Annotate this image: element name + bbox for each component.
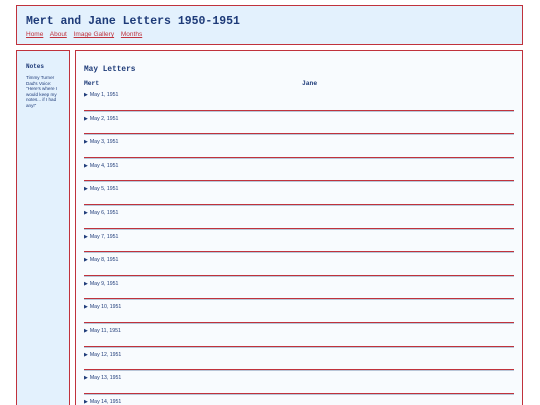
- triangle-right-icon: ▶: [84, 92, 88, 98]
- letter-date: May 7, 1951: [89, 233, 119, 240]
- letter-toggle[interactable]: ▶ May 2, 1951: [84, 116, 118, 122]
- letters-panel: May Letters Mert Jane ▶ May 1, 1951 ▶ May …: [75, 50, 523, 405]
- letter-row: ▶ May 1, 1951: [84, 88, 514, 112]
- letter-row: ▶ May 9, 1951: [84, 277, 514, 301]
- letter-toggle[interactable]: ▶ May 11, 1951: [84, 328, 121, 334]
- letter-toggle[interactable]: ▶ May 7, 1951: [84, 234, 118, 240]
- letter-row: ▶ May 4, 1951: [84, 159, 514, 183]
- letter-date: May 1, 1951: [89, 92, 119, 98]
- letter-row: ▶ May 10, 1951: [84, 300, 514, 324]
- letter-toggle[interactable]: ▶ May 1, 1951: [84, 92, 118, 98]
- letter-date: May 5, 1951: [89, 186, 119, 193]
- letter-date: May 3, 1951: [89, 139, 119, 146]
- nav-link-months[interactable]: Months: [121, 31, 142, 38]
- letter-date: May 14, 1951: [89, 398, 122, 405]
- letter-toggle[interactable]: ▶ May 6, 1951: [84, 210, 118, 216]
- letter-toggle[interactable]: ▶ May 5, 1951: [84, 186, 118, 192]
- letter-date: May 10, 1951: [89, 304, 122, 311]
- notes-text: Timmy Turner Dad's Voice: "Here's where …: [26, 75, 58, 108]
- letter-row: ▶ May 7, 1951: [84, 230, 514, 254]
- triangle-right-icon: ▶: [84, 327, 88, 334]
- letter-row: ▶ May 11, 1951: [84, 324, 514, 348]
- letter-toggle[interactable]: ▶ May 13, 1951: [84, 375, 121, 381]
- triangle-right-icon: ▶: [84, 304, 88, 311]
- letter-toggle[interactable]: ▶ May 12, 1951: [84, 352, 121, 358]
- letter-date: May 8, 1951: [89, 257, 119, 264]
- column-header-mert: Mert: [84, 80, 100, 87]
- letter-date: May 11, 1951: [89, 327, 121, 334]
- letter-row: ▶ May 13, 1951: [84, 371, 514, 395]
- letter-date: May 12, 1951: [89, 351, 122, 358]
- letter-toggle[interactable]: ▶ May 8, 1951: [84, 257, 118, 263]
- triangle-right-icon: ▶: [84, 115, 88, 122]
- letter-row: ▶ May 5, 1951: [84, 182, 514, 206]
- page-title: May Letters: [84, 66, 136, 74]
- letter-row: ▶ May 8, 1951: [84, 253, 514, 277]
- letter-date: May 9, 1951: [89, 280, 119, 287]
- letter-date: May 6, 1951: [89, 209, 119, 216]
- site-title: Mert and Jane Letters 1950-1951: [26, 15, 240, 28]
- triangle-right-icon: ▶: [84, 186, 88, 193]
- letter-toggle[interactable]: ▶ May 9, 1951: [84, 281, 118, 287]
- letter-date: May 2, 1951: [89, 115, 119, 122]
- letter-list: ▶ May 1, 1951 ▶ May 2, 1951 ▶ May 3, 1951 ▶…: [84, 88, 514, 405]
- letter-toggle[interactable]: ▶ May 4, 1951: [84, 163, 118, 169]
- letter-row: ▶ May 2, 1951: [84, 112, 514, 136]
- triangle-right-icon: ▶: [84, 398, 88, 405]
- triangle-right-icon: ▶: [84, 375, 88, 382]
- site-header: Mert and Jane Letters 1950-1951 Home Abo…: [16, 5, 523, 45]
- letter-date: May 4, 1951: [89, 162, 119, 169]
- triangle-right-icon: ▶: [84, 233, 88, 240]
- triangle-right-icon: ▶: [84, 351, 88, 358]
- triangle-right-icon: ▶: [84, 209, 88, 216]
- letter-row: ▶ May 3, 1951: [84, 135, 514, 159]
- nav-link-image-gallery[interactable]: Image Gallery: [74, 31, 114, 38]
- letter-date: May 13, 1951: [89, 375, 122, 382]
- letter-toggle[interactable]: ▶ May 10, 1951: [84, 304, 121, 310]
- letter-row: ▶ May 6, 1951: [84, 206, 514, 230]
- letter-row: ▶ May 14, 1951: [84, 395, 514, 405]
- triangle-right-icon: ▶: [84, 162, 88, 169]
- notes-heading: Notes: [26, 63, 45, 70]
- letter-row: ▶ May 12, 1951: [84, 348, 514, 372]
- letter-toggle[interactable]: ▶ May 3, 1951: [84, 139, 118, 145]
- triangle-right-icon: ▶: [84, 280, 88, 287]
- notes-sidebar: Notes Timmy Turner Dad's Voice: "Here's …: [16, 50, 70, 405]
- letter-toggle[interactable]: ▶ May 14, 1951: [84, 399, 121, 405]
- main-nav: Home About Image Gallery Months: [26, 31, 147, 38]
- column-header-jane: Jane: [302, 80, 318, 87]
- triangle-right-icon: ▶: [84, 139, 88, 146]
- nav-link-about[interactable]: About: [50, 31, 67, 38]
- triangle-right-icon: ▶: [84, 257, 88, 264]
- nav-link-home[interactable]: Home: [26, 31, 43, 38]
